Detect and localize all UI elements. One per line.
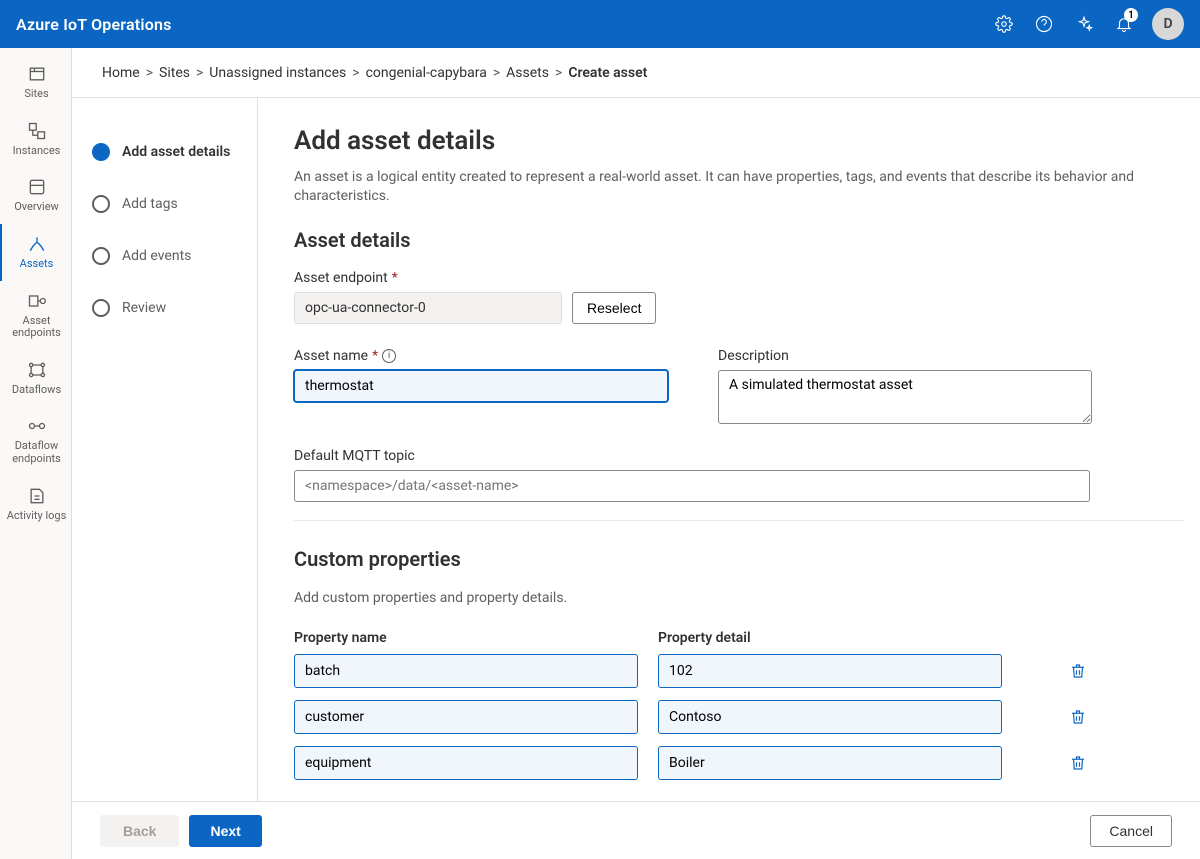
settings-button[interactable] [984,0,1024,48]
crumb-assets[interactable]: Assets [506,65,549,81]
notifications-button[interactable]: 1 [1104,0,1144,48]
overview-icon [27,177,47,197]
asset-endpoints-icon [27,291,47,311]
step-indicator-icon [92,195,110,213]
sidebar-item-instances[interactable]: Instances [0,111,71,168]
step-add-asset-details[interactable]: Add asset details [92,126,257,178]
crumb-sites[interactable]: Sites [159,65,190,81]
property-detail-input[interactable] [658,746,1002,780]
asset-endpoint-label: Asset endpoint [294,270,388,286]
sidebar-label: Dataflow endpoints [6,440,67,465]
topbar: Azure IoT Operations 1 D [0,0,1200,48]
section-custom-properties: Custom properties [294,547,1164,571]
property-row [294,746,1164,780]
wizard-steps: Add asset details Add tags Add events Re… [72,98,258,801]
crumb-home[interactable]: Home [102,65,140,81]
asset-name-input[interactable] [294,370,668,402]
sidebar-item-assets[interactable]: Assets [0,224,71,281]
property-detail-input[interactable] [658,654,1002,688]
sidebar-label: Instances [13,145,61,158]
page-title: Add asset details [294,126,1164,156]
step-review[interactable]: Review [92,282,257,334]
mqtt-input[interactable] [294,470,1090,502]
property-name-input[interactable] [294,700,638,734]
property-name-input[interactable] [294,746,638,780]
delete-property-button[interactable] [1062,747,1094,779]
prop-name-header: Property name [294,630,638,646]
property-name-input[interactable] [294,654,638,688]
next-button[interactable]: Next [189,815,261,847]
description-label: Description [718,348,789,364]
delete-property-button[interactable] [1062,655,1094,687]
help-icon [1035,15,1053,33]
property-rows [294,654,1164,780]
page-intro: An asset is a logical entity created to … [294,168,1134,206]
info-icon[interactable]: i [382,349,396,363]
gear-icon [995,15,1013,33]
wizard-footer: Back Next Cancel [72,801,1200,859]
prop-detail-header: Property detail [658,630,1002,646]
sidebar-item-sites[interactable]: Sites [0,54,71,111]
notification-badge: 1 [1124,8,1138,22]
trash-icon [1069,754,1087,772]
assets-icon [27,234,47,254]
reselect-button[interactable]: Reselect [572,292,656,324]
step-label: Add events [122,248,191,264]
step-label: Add asset details [122,144,230,160]
trash-icon [1069,662,1087,680]
sidebar-item-dataflows[interactable]: Dataflows [0,350,71,407]
sidebar-item-asset-endpoints[interactable]: Asset endpoints [0,281,71,350]
sidebar-label: Activity logs [7,510,67,523]
sidebar-item-dataflow-endpoints[interactable]: Dataflow endpoints [0,406,71,475]
crumb-current: Create asset [568,65,647,81]
whatsnew-button[interactable] [1064,0,1104,48]
activity-logs-icon [27,486,47,506]
sidebar-label: Dataflows [12,384,61,397]
property-detail-input[interactable] [658,700,1002,734]
asset-endpoint-value: opc-ua-connector-0 [294,292,562,324]
back-button: Back [100,815,179,847]
step-add-events[interactable]: Add events [92,230,257,282]
sidebar-label: Sites [24,88,48,101]
required-indicator: * [372,348,378,364]
breadcrumb: Home> Sites> Unassigned instances> conge… [72,48,1200,98]
cancel-button[interactable]: Cancel [1090,815,1172,847]
divider [294,520,1184,521]
sites-icon [27,64,47,84]
dataflows-icon [27,360,47,380]
property-row [294,700,1164,734]
step-label: Review [122,300,166,316]
description-input[interactable] [718,370,1092,424]
sidebar-item-overview[interactable]: Overview [0,167,71,224]
step-indicator-icon [92,143,110,161]
step-indicator-icon [92,299,110,317]
required-indicator: * [392,270,398,286]
crumb-unassigned[interactable]: Unassigned instances [209,65,346,81]
avatar[interactable]: D [1152,8,1184,40]
help-button[interactable] [1024,0,1064,48]
app-title: Azure IoT Operations [16,15,172,34]
instances-icon [27,121,47,141]
left-sidebar: Sites Instances Overview Assets Asset en… [0,48,72,859]
sparkle-icon [1075,15,1093,33]
custom-props-intro: Add custom properties and property detai… [294,589,1134,608]
delete-property-button[interactable] [1062,701,1094,733]
dataflow-endpoints-icon [27,416,47,436]
sidebar-item-activity-logs[interactable]: Activity logs [0,476,71,533]
sidebar-label: Overview [14,201,59,214]
property-row [294,654,1164,688]
step-add-tags[interactable]: Add tags [92,178,257,230]
mqtt-label: Default MQTT topic [294,448,415,464]
sidebar-label: Asset endpoints [6,315,67,340]
form-scroll[interactable]: Add asset details An asset is a logical … [258,98,1200,801]
step-indicator-icon [92,247,110,265]
trash-icon [1069,708,1087,726]
sidebar-label: Assets [20,258,54,271]
asset-name-label: Asset name [294,348,368,364]
section-asset-details: Asset details [294,228,1164,252]
step-label: Add tags [122,196,178,212]
crumb-instance[interactable]: congenial-capybara [366,65,487,81]
